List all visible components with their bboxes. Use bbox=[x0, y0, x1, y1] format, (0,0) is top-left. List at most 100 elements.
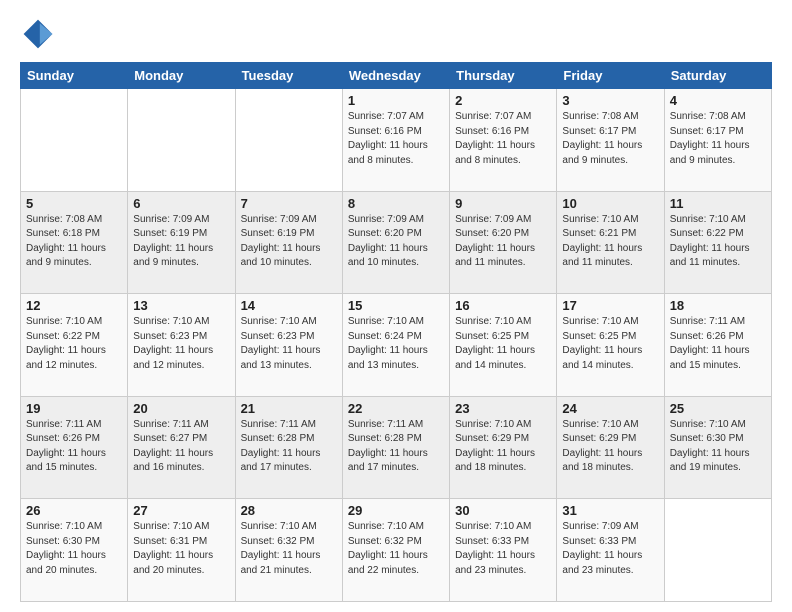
day-cell: 22Sunrise: 7:11 AMSunset: 6:28 PMDayligh… bbox=[342, 396, 449, 499]
day-cell: 14 Sunrise: 7:10 AMSunset: 6:23 PMDayligh… bbox=[235, 294, 342, 397]
day-cell: 15Sunrise: 7:10 AMSunset: 6:24 PMDayligh… bbox=[342, 294, 449, 397]
week-row-4: 19 Sunrise: 7:11 AMSunset: 6:26 PMDayligh… bbox=[21, 396, 772, 499]
week-row-2: 5Sunrise: 7:08 AMSunset: 6:18 PMDaylight… bbox=[21, 191, 772, 294]
day-cell: 5Sunrise: 7:08 AMSunset: 6:18 PMDaylight… bbox=[21, 191, 128, 294]
day-cell: 8Sunrise: 7:09 AMSunset: 6:20 PMDaylight… bbox=[342, 191, 449, 294]
day-number: 7 bbox=[241, 196, 337, 211]
col-header-saturday: Saturday bbox=[664, 63, 771, 89]
day-info: Sunrise: 7:10 AMSunset: 6:30 PMDaylight:… bbox=[26, 520, 122, 578]
day-info: Sunrise: 7:09 AMSunset: 6:20 PMDaylight:… bbox=[455, 213, 551, 271]
week-row-3: 12 Sunrise: 7:10 AMSunset: 6:22 PMDayligh… bbox=[21, 294, 772, 397]
day-cell: 13 Sunrise: 7:10 AMSunset: 6:23 PMDayligh… bbox=[128, 294, 235, 397]
day-cell: 12 Sunrise: 7:10 AMSunset: 6:22 PMDayligh… bbox=[21, 294, 128, 397]
week-row-5: 26 Sunrise: 7:10 AMSunset: 6:30 PMDayligh… bbox=[21, 499, 772, 602]
day-number: 16 bbox=[455, 298, 551, 313]
day-number: 2 bbox=[455, 93, 551, 108]
day-number: 26 bbox=[26, 503, 122, 518]
header bbox=[20, 16, 772, 52]
day-info: Sunrise: 7:08 AMSunset: 6:18 PMDaylight:… bbox=[26, 213, 122, 271]
day-cell: 30 Sunrise: 7:10 AMSunset: 6:33 PMDayligh… bbox=[450, 499, 557, 602]
day-cell: 7 Sunrise: 7:09 AMSunset: 6:19 PMDaylight… bbox=[235, 191, 342, 294]
col-header-friday: Friday bbox=[557, 63, 664, 89]
day-number: 12 bbox=[26, 298, 122, 313]
day-number: 3 bbox=[562, 93, 658, 108]
day-info: Sunrise: 7:10 AMSunset: 6:32 PMDaylight:… bbox=[348, 520, 444, 578]
day-number: 1 bbox=[348, 93, 444, 108]
day-number: 28 bbox=[241, 503, 337, 518]
col-header-thursday: Thursday bbox=[450, 63, 557, 89]
day-cell: 20Sunrise: 7:11 AMSunset: 6:27 PMDayligh… bbox=[128, 396, 235, 499]
col-header-monday: Monday bbox=[128, 63, 235, 89]
calendar-header-row: SundayMondayTuesdayWednesdayThursdayFrid… bbox=[21, 63, 772, 89]
day-cell: 23 Sunrise: 7:10 AMSunset: 6:29 PMDayligh… bbox=[450, 396, 557, 499]
day-cell: 18Sunrise: 7:11 AMSunset: 6:26 PMDayligh… bbox=[664, 294, 771, 397]
day-number: 17 bbox=[562, 298, 658, 313]
col-header-wednesday: Wednesday bbox=[342, 63, 449, 89]
day-cell: 31 Sunrise: 7:09 AMSunset: 6:33 PMDayligh… bbox=[557, 499, 664, 602]
day-cell: 10 Sunrise: 7:10 AMSunset: 6:21 PMDayligh… bbox=[557, 191, 664, 294]
col-header-tuesday: Tuesday bbox=[235, 63, 342, 89]
page: SundayMondayTuesdayWednesdayThursdayFrid… bbox=[0, 0, 792, 612]
day-number: 9 bbox=[455, 196, 551, 211]
day-cell: 27 Sunrise: 7:10 AMSunset: 6:31 PMDayligh… bbox=[128, 499, 235, 602]
day-cell bbox=[21, 89, 128, 192]
day-info: Sunrise: 7:09 AMSunset: 6:19 PMDaylight:… bbox=[241, 213, 337, 271]
day-info: Sunrise: 7:11 AMSunset: 6:27 PMDaylight:… bbox=[133, 418, 229, 476]
logo-icon bbox=[20, 16, 56, 52]
day-info: Sunrise: 7:10 AMSunset: 6:29 PMDaylight:… bbox=[562, 418, 658, 476]
day-cell: 4 Sunrise: 7:08 AMSunset: 6:17 PMDaylight… bbox=[664, 89, 771, 192]
day-number: 24 bbox=[562, 401, 658, 416]
day-info: Sunrise: 7:10 AMSunset: 6:22 PMDaylight:… bbox=[26, 315, 122, 373]
day-info: Sunrise: 7:09 AMSunset: 6:20 PMDaylight:… bbox=[348, 213, 444, 271]
logo bbox=[20, 16, 62, 52]
day-number: 10 bbox=[562, 196, 658, 211]
day-cell: 25 Sunrise: 7:10 AMSunset: 6:30 PMDayligh… bbox=[664, 396, 771, 499]
day-number: 30 bbox=[455, 503, 551, 518]
day-number: 22 bbox=[348, 401, 444, 416]
day-cell bbox=[235, 89, 342, 192]
day-info: Sunrise: 7:09 AMSunset: 6:33 PMDaylight:… bbox=[562, 520, 658, 578]
day-cell: 2Sunrise: 7:07 AMSunset: 6:16 PMDaylight… bbox=[450, 89, 557, 192]
day-info: Sunrise: 7:10 AMSunset: 6:33 PMDaylight:… bbox=[455, 520, 551, 578]
day-number: 11 bbox=[670, 196, 766, 211]
day-number: 23 bbox=[455, 401, 551, 416]
day-number: 29 bbox=[348, 503, 444, 518]
day-info: Sunrise: 7:10 AMSunset: 6:21 PMDaylight:… bbox=[562, 213, 658, 271]
day-info: Sunrise: 7:10 AMSunset: 6:22 PMDaylight:… bbox=[670, 213, 766, 271]
day-info: Sunrise: 7:11 AMSunset: 6:28 PMDaylight:… bbox=[241, 418, 337, 476]
day-cell: 19 Sunrise: 7:11 AMSunset: 6:26 PMDayligh… bbox=[21, 396, 128, 499]
day-cell: 16 Sunrise: 7:10 AMSunset: 6:25 PMDayligh… bbox=[450, 294, 557, 397]
day-info: Sunrise: 7:10 AMSunset: 6:23 PMDaylight:… bbox=[241, 315, 337, 373]
day-number: 21 bbox=[241, 401, 337, 416]
day-number: 4 bbox=[670, 93, 766, 108]
day-number: 14 bbox=[241, 298, 337, 313]
col-header-sunday: Sunday bbox=[21, 63, 128, 89]
day-cell: 9 Sunrise: 7:09 AMSunset: 6:20 PMDaylight… bbox=[450, 191, 557, 294]
day-number: 31 bbox=[562, 503, 658, 518]
day-cell: 28 Sunrise: 7:10 AMSunset: 6:32 PMDayligh… bbox=[235, 499, 342, 602]
day-number: 15 bbox=[348, 298, 444, 313]
day-info: Sunrise: 7:07 AMSunset: 6:16 PMDaylight:… bbox=[348, 110, 444, 168]
day-info: Sunrise: 7:09 AMSunset: 6:19 PMDaylight:… bbox=[133, 213, 229, 271]
day-info: Sunrise: 7:08 AMSunset: 6:17 PMDaylight:… bbox=[670, 110, 766, 168]
day-info: Sunrise: 7:10 AMSunset: 6:29 PMDaylight:… bbox=[455, 418, 551, 476]
day-info: Sunrise: 7:10 AMSunset: 6:32 PMDaylight:… bbox=[241, 520, 337, 578]
day-info: Sunrise: 7:08 AMSunset: 6:17 PMDaylight:… bbox=[562, 110, 658, 168]
day-number: 25 bbox=[670, 401, 766, 416]
day-number: 13 bbox=[133, 298, 229, 313]
calendar-table: SundayMondayTuesdayWednesdayThursdayFrid… bbox=[20, 62, 772, 602]
day-cell: 29 Sunrise: 7:10 AMSunset: 6:32 PMDayligh… bbox=[342, 499, 449, 602]
day-info: Sunrise: 7:10 AMSunset: 6:31 PMDaylight:… bbox=[133, 520, 229, 578]
day-cell bbox=[664, 499, 771, 602]
day-number: 19 bbox=[26, 401, 122, 416]
day-info: Sunrise: 7:11 AMSunset: 6:26 PMDaylight:… bbox=[26, 418, 122, 476]
day-cell: 17Sunrise: 7:10 AMSunset: 6:25 PMDayligh… bbox=[557, 294, 664, 397]
day-cell: 3 Sunrise: 7:08 AMSunset: 6:17 PMDaylight… bbox=[557, 89, 664, 192]
day-cell: 1 Sunrise: 7:07 AMSunset: 6:16 PMDaylight… bbox=[342, 89, 449, 192]
day-cell: 24 Sunrise: 7:10 AMSunset: 6:29 PMDayligh… bbox=[557, 396, 664, 499]
day-cell bbox=[128, 89, 235, 192]
day-info: Sunrise: 7:10 AMSunset: 6:25 PMDaylight:… bbox=[455, 315, 551, 373]
day-info: Sunrise: 7:10 AMSunset: 6:30 PMDaylight:… bbox=[670, 418, 766, 476]
day-info: Sunrise: 7:10 AMSunset: 6:23 PMDaylight:… bbox=[133, 315, 229, 373]
day-number: 27 bbox=[133, 503, 229, 518]
